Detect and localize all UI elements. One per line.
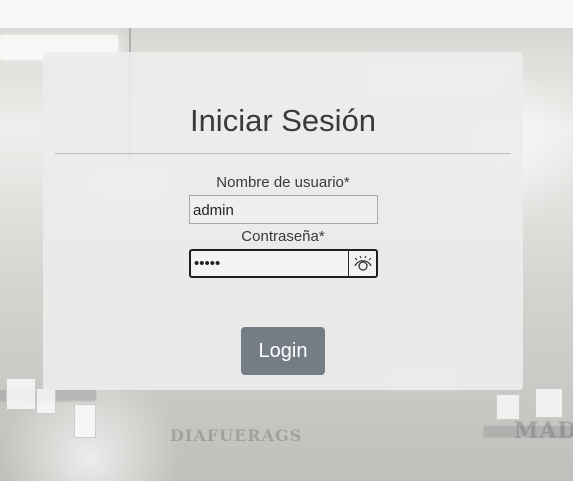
password-field-wrapper <box>189 249 378 278</box>
password-label: Contraseña* <box>241 228 325 245</box>
product-box <box>36 388 56 414</box>
title-divider <box>55 153 511 154</box>
store-sign-text: MAD <box>514 418 573 444</box>
eye-icon <box>354 255 372 271</box>
username-label: Nombre de usuario* <box>216 174 350 191</box>
page-title: Iniciar Sesión <box>189 103 377 138</box>
product-box <box>535 388 563 418</box>
login-card: Iniciar Sesión Nombre de usuario* Contra… <box>43 52 523 390</box>
username-input[interactable] <box>189 195 378 224</box>
login-page: DIAFUERAGS MAD Iniciar Sesión Nombre de … <box>0 0 573 481</box>
password-input[interactable] <box>191 251 354 276</box>
show-password-button[interactable] <box>348 251 376 276</box>
store-sign-text: DIAFUERAGS <box>170 426 303 445</box>
product-box <box>496 394 520 420</box>
product-box <box>6 378 36 410</box>
top-bar <box>0 0 573 28</box>
login-button[interactable]: Login <box>241 327 325 375</box>
product-box <box>74 404 96 438</box>
